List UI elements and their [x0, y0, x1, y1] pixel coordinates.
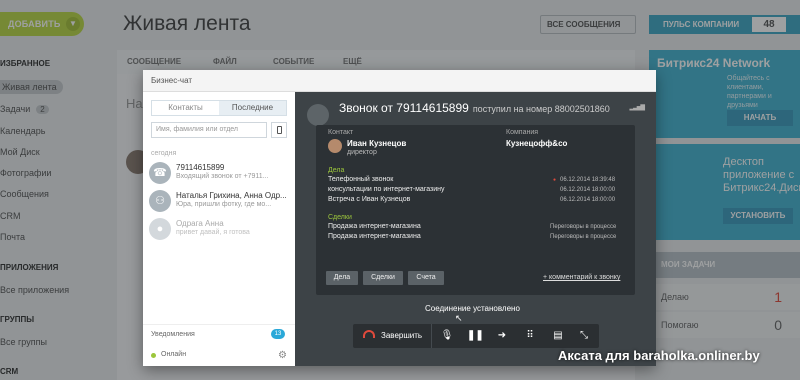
- activity-title[interactable]: Телефонный звонок: [328, 176, 393, 183]
- connection-status: Соединение установлено: [425, 304, 520, 313]
- user-icon: ●: [149, 218, 171, 240]
- keypad-icon[interactable]: ⠿: [523, 329, 537, 343]
- notifications-badge: 13: [271, 329, 285, 339]
- call-panel: Звонок от 79114615899 поступил на номер 8…: [295, 92, 656, 366]
- notifications-row[interactable]: Уведомления 13: [143, 324, 295, 339]
- contact-name: Наталья Грихина, Анна Одр...: [176, 191, 287, 200]
- deal-status: Переговоры в процессе: [550, 224, 617, 230]
- call-title: Звонок от 79114615899 поступил на номер 8…: [339, 101, 610, 115]
- contact-name: 79114615899: [176, 163, 225, 172]
- gear-icon[interactable]: ⚙: [278, 350, 287, 361]
- section-today-label: сегодня: [151, 150, 177, 157]
- watermark: Аксата для baraholka.onliner.by: [558, 348, 760, 363]
- contacts-tabs: Контакты Последние: [151, 100, 287, 116]
- activity-date: 06.12.2014 18:39:48: [553, 177, 615, 183]
- status-label: Онлайн: [161, 351, 187, 358]
- contacts-panel: Контакты Последние Имя, фамилия или отде…: [143, 92, 295, 366]
- phone-icon[interactable]: [271, 122, 287, 138]
- tab-recent[interactable]: Последние: [219, 101, 286, 115]
- contact-search-input[interactable]: Имя, фамилия или отдел: [151, 122, 267, 138]
- pause-icon[interactable]: ❚❚: [467, 329, 484, 343]
- list-item[interactable]: ● Одрага Анна привет давай, я готова: [149, 218, 291, 244]
- activities-label: Дела: [328, 167, 345, 174]
- company-label: Компания: [506, 129, 539, 136]
- chat-title: Бизнес-чат: [151, 76, 193, 85]
- status-dot-icon: [151, 353, 156, 358]
- chat-title-bar: Бизнес-чат: [143, 70, 656, 92]
- activity-date: 06.12.2014 18:00:00: [560, 197, 616, 203]
- deal-status: Переговоры в процессе: [550, 234, 617, 240]
- contact-role: директор: [347, 149, 377, 156]
- cursor-icon: ↖: [455, 313, 463, 323]
- call-via-number: поступил на номер 88002501860: [472, 104, 610, 114]
- hangup-label: Завершить: [381, 331, 423, 340]
- contact-preview: Входящий звонок от +7911...: [176, 173, 269, 180]
- call-controls: Завершить 🎙 ❚❚ ➜ ⠿ ▤ ⤡: [353, 324, 599, 348]
- add-comment-link[interactable]: + комментарий к звонку: [543, 274, 620, 281]
- crm-card: Контакт Компания Иван Кузнецов директор …: [316, 125, 635, 295]
- online-status[interactable]: Онлайн ⚙: [143, 344, 295, 366]
- notifications-label: Уведомления: [151, 331, 195, 338]
- transfer-icon[interactable]: ➜: [495, 329, 509, 343]
- list-item[interactable]: ☎ 79114615899 Входящий звонок от +7911..…: [149, 162, 291, 188]
- deals-button[interactable]: Сделки: [363, 271, 403, 285]
- business-chat-window: Бизнес-чат Контакты Последние Имя, фамил…: [143, 70, 656, 366]
- hangup-icon: [363, 330, 375, 338]
- activities-button[interactable]: Дела: [326, 271, 358, 285]
- deal-title[interactable]: Продажа интернет-магазина: [328, 233, 421, 240]
- deals-label: Сделки: [328, 214, 352, 221]
- divider: [431, 324, 432, 348]
- contact-preview: привет давай, я готова: [176, 229, 250, 236]
- fullscreen-icon[interactable]: ⤡: [577, 329, 591, 343]
- company-name-link[interactable]: Кузнецофф&со: [506, 139, 567, 148]
- activity-title[interactable]: консультации по интернет-магазину: [328, 186, 445, 193]
- phone-call-icon: ☎: [149, 162, 171, 184]
- contact-label: Контакт: [328, 129, 354, 136]
- contact-preview: Юра, пришли фотку, где мо...: [176, 201, 272, 208]
- caller-avatar: [307, 104, 329, 126]
- avatar: [328, 139, 342, 153]
- signal-icon: ▂▃▅▇: [629, 105, 646, 111]
- microphone-icon[interactable]: 🎙: [440, 329, 454, 343]
- chat-icon[interactable]: ▤: [551, 329, 565, 343]
- group-chat-icon: ⚇: [149, 190, 171, 212]
- list-item[interactable]: ⚇ Наталья Грихина, Анна Одр... Юра, приш…: [149, 190, 291, 216]
- contact-name: Одрага Анна: [176, 219, 224, 228]
- invoices-button[interactable]: Счета: [408, 271, 444, 285]
- activity-date: 06.12.2014 18:00:00: [560, 187, 616, 193]
- contact-name-link[interactable]: Иван Кузнецов: [347, 139, 406, 148]
- tab-contacts[interactable]: Контакты: [152, 101, 219, 115]
- call-title-text: Звонок от 79114615899: [339, 101, 469, 115]
- activity-title[interactable]: Встреча с Иван Кузнецов: [328, 196, 410, 203]
- deal-title[interactable]: Продажа интернет-магазина: [328, 223, 421, 230]
